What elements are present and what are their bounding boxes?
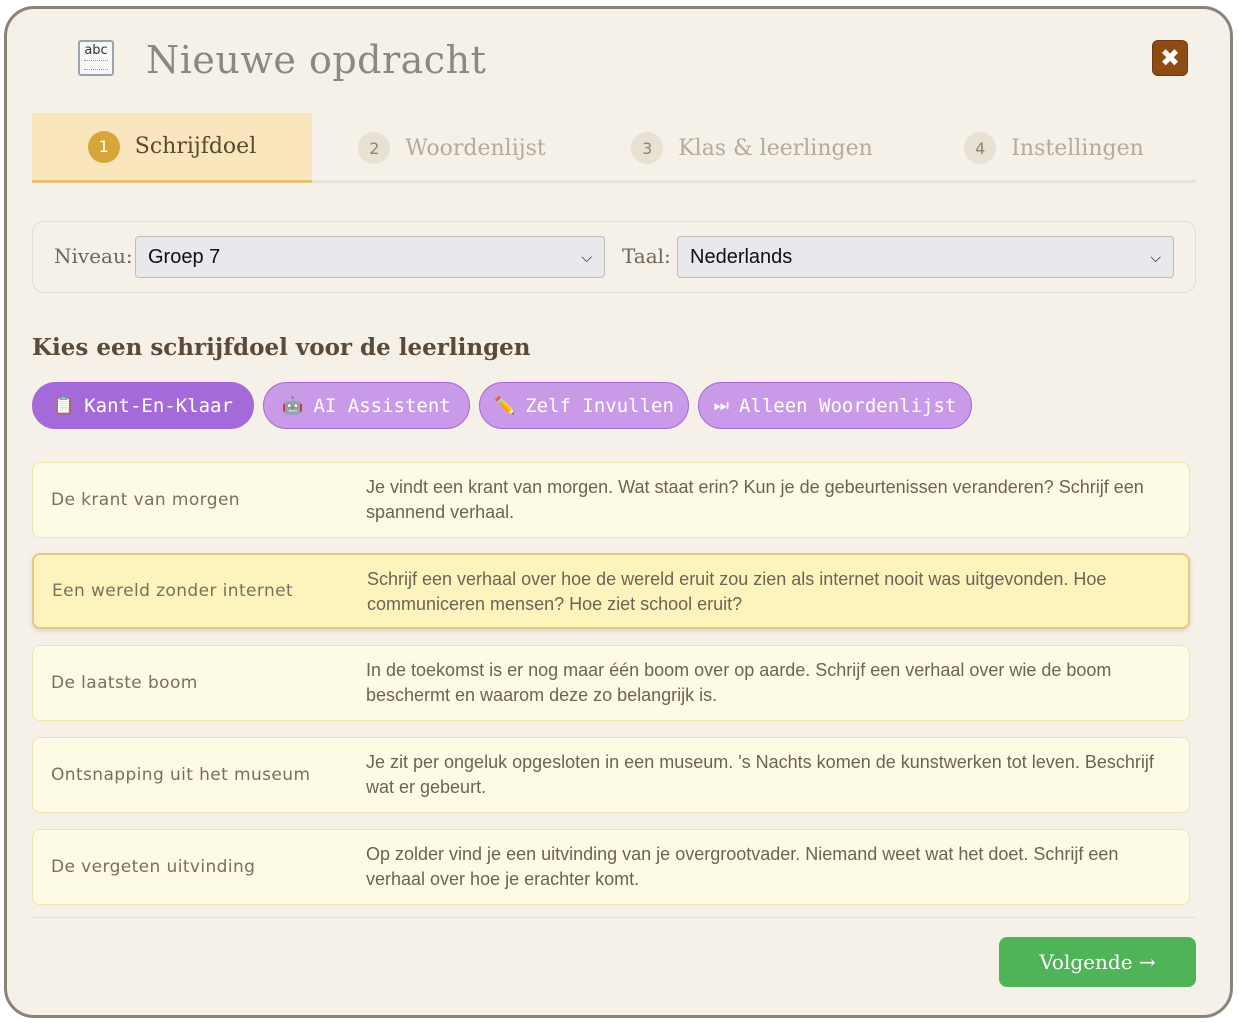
mode-label: Alleen Woordenlijst bbox=[738, 394, 957, 417]
mode-label: Zelf Invullen bbox=[525, 394, 674, 417]
tab-label: Instellingen bbox=[1011, 135, 1144, 161]
goal-title: De krant van morgen bbox=[51, 490, 240, 510]
pencil-icon: ✏️ bbox=[494, 395, 516, 416]
tab-woordenlijst[interactable]: 2 Woordenlijst bbox=[312, 113, 592, 183]
step-number-2: 2 bbox=[358, 132, 391, 164]
close-button[interactable]: ✖ bbox=[1152, 40, 1188, 76]
goal-title: Ontsnapping uit het museum bbox=[51, 765, 311, 785]
chevron-down-icon: ⌵ bbox=[581, 249, 592, 265]
page-title: Nieuwe opdracht bbox=[146, 38, 487, 82]
niveau-select[interactable]: Groep 7 ⌵ bbox=[135, 236, 605, 278]
robot-icon: 🤖 bbox=[282, 395, 304, 416]
next-button[interactable]: Volgende → bbox=[999, 937, 1196, 987]
step-number-3: 3 bbox=[631, 132, 664, 164]
tab-instellingen[interactable]: 4 Instellingen bbox=[912, 113, 1196, 183]
goal-description: Je zit per ongeluk opgesloten in een mus… bbox=[366, 752, 1154, 797]
goal-description: Je vindt een krant van morgen. Wat staat… bbox=[366, 477, 1144, 522]
mode-label: AI Assistent bbox=[313, 394, 451, 417]
clipboard-icon: 📋 bbox=[53, 395, 75, 416]
goal-card-selected[interactable]: Een wereld zonder internet Schrijf een v… bbox=[32, 553, 1190, 629]
goal-title: Een wereld zonder internet bbox=[52, 581, 294, 601]
niveau-label: Niveau: bbox=[54, 244, 133, 268]
taal-value: Nederlands bbox=[690, 246, 793, 268]
goal-card[interactable]: De krant van morgen Je vindt een krant v… bbox=[32, 462, 1190, 538]
taal-label: Taal: bbox=[622, 244, 671, 268]
goal-description: In de toekomst is er nog maar één boom o… bbox=[366, 660, 1112, 705]
step-number-4: 4 bbox=[964, 132, 997, 164]
step-number-1: 1 bbox=[87, 130, 120, 163]
spelling-icon-text: abc bbox=[84, 43, 108, 58]
tab-label: Klas & leerlingen bbox=[678, 135, 873, 161]
mode-button-ai-assistent[interactable]: 🤖 AI Assistent bbox=[263, 382, 470, 429]
goal-card[interactable]: De vergeten uitvinding Op zolder vind je… bbox=[32, 829, 1190, 905]
mode-label: Kant-En-Klaar bbox=[84, 394, 233, 417]
goal-description: Op zolder vind je een uitvinding van je … bbox=[366, 844, 1119, 889]
niveau-value: Groep 7 bbox=[148, 246, 221, 268]
taal-select[interactable]: Nederlands ⌵ bbox=[677, 236, 1174, 278]
tab-klas-leerlingen[interactable]: 3 Klas & leerlingen bbox=[592, 113, 912, 183]
mode-button-zelf-invullen[interactable]: ✏️ Zelf Invullen bbox=[479, 382, 689, 429]
chevron-down-icon: ⌵ bbox=[1150, 249, 1161, 265]
spelling-icon: abc bbox=[78, 40, 114, 76]
filter-panel: Niveau: Groep 7 ⌵ Taal: Nederlands ⌵ bbox=[32, 221, 1196, 293]
goal-title: De vergeten uitvinding bbox=[51, 857, 256, 877]
step-tabs: 1 Schrijfdoel 2 Woordenlijst 3 Klas & le… bbox=[32, 113, 1196, 183]
goal-card[interactable]: De laatste boom In de toekomst is er nog… bbox=[32, 645, 1190, 721]
goal-title: De laatste boom bbox=[51, 673, 198, 693]
fast-forward-icon: ⏭ bbox=[713, 395, 729, 416]
tab-label: Woordenlijst bbox=[405, 135, 546, 161]
goal-card[interactable]: Ontsnapping uit het museum Je zit per on… bbox=[32, 737, 1190, 813]
goal-description: Schrijf een verhaal over hoe de wereld e… bbox=[367, 569, 1107, 614]
mode-button-alleen-woordenlijst[interactable]: ⏭ Alleen Woordenlijst bbox=[698, 382, 972, 429]
close-icon: ✖ bbox=[1159, 44, 1181, 72]
section-heading: Kies een schrijfdoel voor de leerlingen bbox=[32, 334, 531, 361]
tab-label: Schrijfdoel bbox=[134, 134, 257, 159]
mode-button-kant-en-klaar[interactable]: 📋 Kant-En-Klaar bbox=[32, 382, 254, 429]
tab-schrijfdoel[interactable]: 1 Schrijfdoel bbox=[32, 113, 312, 183]
footer-divider bbox=[32, 917, 1196, 918]
